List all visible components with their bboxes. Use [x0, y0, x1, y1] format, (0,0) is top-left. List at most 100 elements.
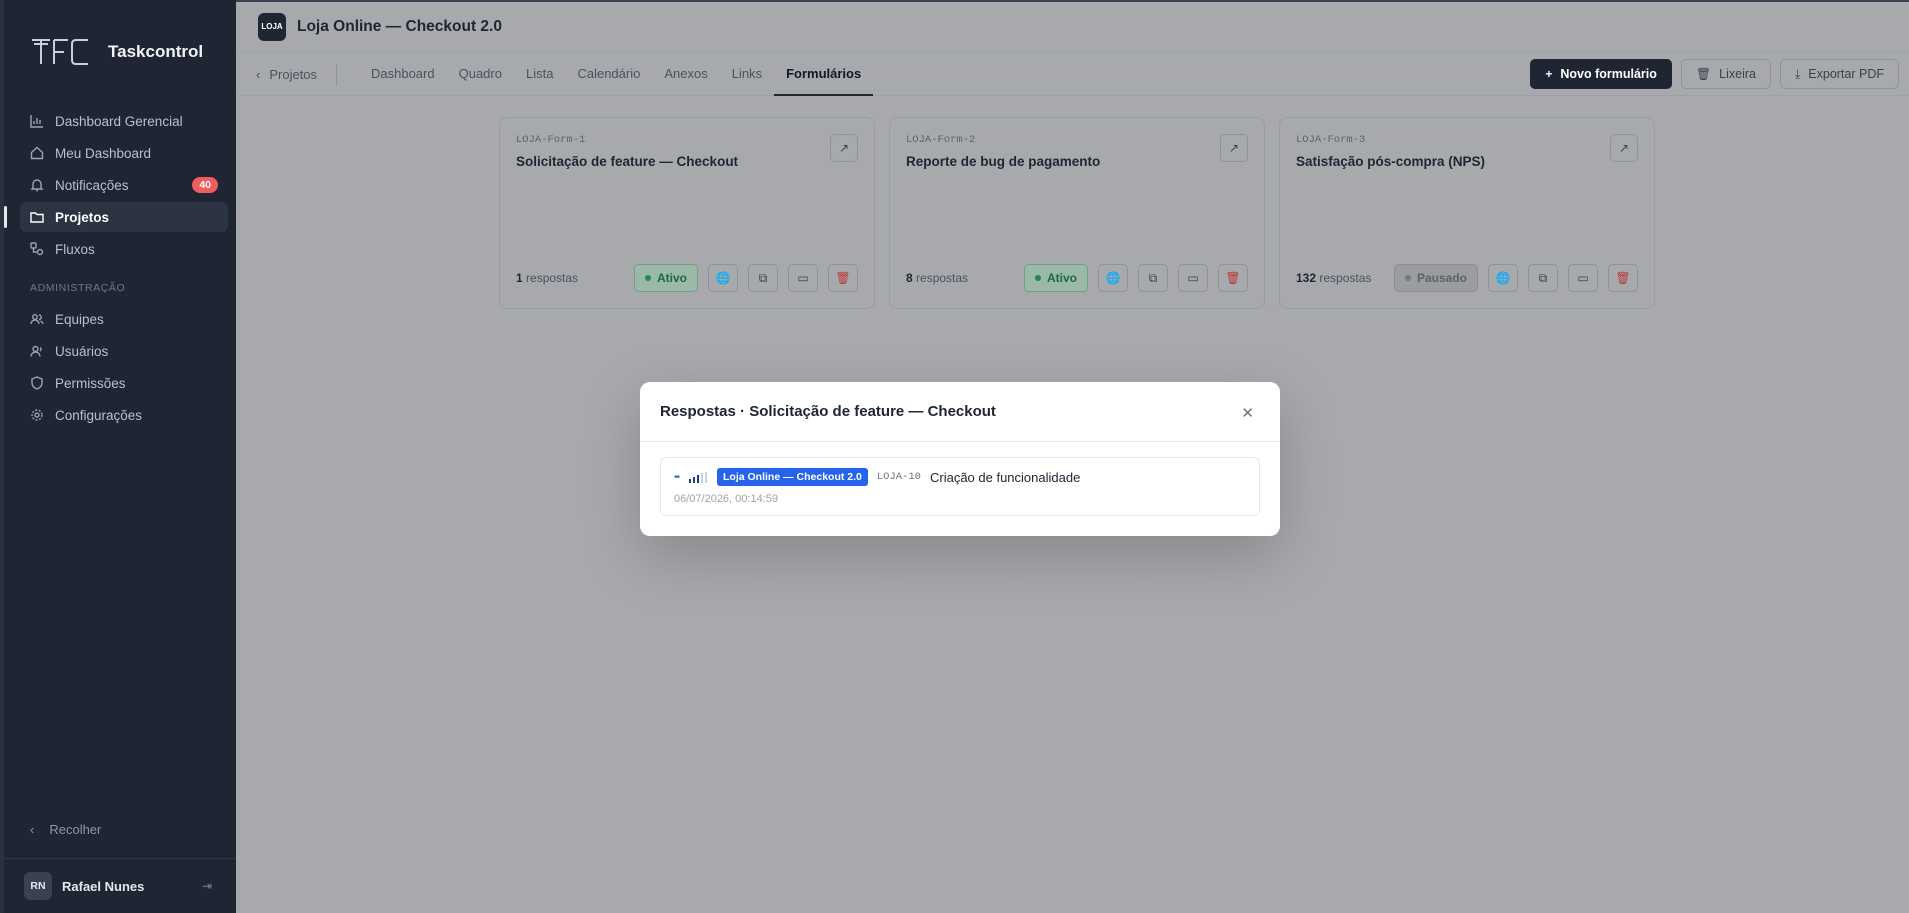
- status-label: Pausado: [1416, 271, 1467, 285]
- delete-icon[interactable]: 🗑: [1218, 264, 1248, 292]
- project-logo: LOJA: [258, 12, 286, 41]
- open-external-icon[interactable]: ↗: [1610, 134, 1638, 162]
- globe-icon[interactable]: 🌐: [708, 264, 738, 292]
- chevron-left-icon: ‹: [256, 67, 261, 82]
- user-footer: RN Rafael Nunes ⇥: [4, 858, 236, 913]
- inbox-icon[interactable]: ▭: [788, 264, 818, 292]
- back-to-projects-link[interactable]: ‹ Projetos: [256, 67, 317, 82]
- trash-icon: 🗑: [1695, 67, 1712, 81]
- toolbar-actions: + Novo formulário 🗑 Lixeira ⤓ Exportar P…: [1530, 59, 1899, 89]
- form-card: LOJA-Form-3 Satisfação pós-compra (NPS) …: [1279, 117, 1655, 309]
- form-title: Satisfação pós-compra (NPS): [1296, 154, 1486, 169]
- response-count[interactable]: 1 respostas: [516, 271, 578, 285]
- tab-calendario[interactable]: Calendário: [565, 52, 652, 96]
- status-label: Ativo: [1047, 271, 1077, 285]
- tab-lista[interactable]: Lista: [514, 52, 565, 96]
- sidebar-item-label: Notificações: [55, 177, 129, 193]
- trash-label: Lixeira: [1719, 67, 1756, 81]
- export-label: Exportar PDF: [1808, 67, 1884, 81]
- project-header: LOJA Loja Online — Checkout 2.0: [236, 0, 1909, 52]
- collapse-label: Recolher: [49, 822, 102, 837]
- sidebar-item-equipes[interactable]: Equipes: [20, 304, 228, 334]
- response-count-label: respostas: [1319, 271, 1372, 285]
- tab-dashboard[interactable]: Dashboard: [359, 52, 447, 96]
- back-label: Projetos: [269, 67, 318, 82]
- divider: [336, 64, 337, 86]
- sidebar-item-notificacoes[interactable]: Notificações 40: [20, 170, 228, 200]
- taskcontrol-logo-icon: [32, 39, 88, 65]
- sidebar-item-dashboard-gerencial[interactable]: Dashboard Gerencial: [20, 106, 228, 136]
- sidebar-item-configuracoes[interactable]: Configurações: [20, 400, 228, 430]
- tab-anexos[interactable]: Anexos: [652, 52, 719, 96]
- form-code: LOJA-Form-3: [1296, 134, 1366, 146]
- sidebar-item-label: Configurações: [55, 407, 143, 423]
- signal-bars-icon: [689, 471, 708, 483]
- status-badge[interactable]: Ativo: [634, 264, 698, 292]
- sidebar-item-fluxos[interactable]: Fluxos: [20, 234, 228, 264]
- project-tag[interactable]: Loja Online — Checkout 2.0: [717, 468, 868, 486]
- chevron-left-icon: ‹: [30, 822, 35, 837]
- form-card-footer: 1 respostas Ativo 🌐 ⧉ ▭ 🗑: [516, 264, 858, 292]
- admin-section-label: ADMINISTRAÇÃO: [30, 282, 126, 294]
- trash-button[interactable]: 🗑 Lixeira: [1680, 59, 1771, 89]
- open-external-icon[interactable]: ↗: [1220, 134, 1248, 162]
- form-title: Reporte de bug de pagamento: [906, 154, 1101, 169]
- new-form-button[interactable]: + Novo formulário: [1530, 59, 1672, 89]
- collapse-sidebar-button[interactable]: ‹ Recolher: [30, 822, 101, 837]
- globe-icon[interactable]: 🌐: [1098, 264, 1128, 292]
- form-card: LOJA-Form-2 Reporte de bug de pagamento …: [889, 117, 1265, 309]
- export-pdf-button[interactable]: ⤓ Exportar PDF: [1779, 59, 1899, 89]
- close-icon[interactable]: ✕: [1241, 404, 1254, 422]
- form-code: LOJA-Form-1: [516, 134, 586, 146]
- sidebar-item-projetos[interactable]: Projetos: [4, 202, 228, 232]
- project-tabs: Dashboard Quadro Lista Calendário Anexos…: [359, 52, 874, 96]
- sidebar: Taskcontrol Dashboard Gerencial Meu Dash…: [0, 0, 236, 913]
- bar-chart-icon: [30, 114, 44, 128]
- copy-icon[interactable]: ⧉: [1138, 264, 1168, 292]
- response-count[interactable]: 8 respostas: [906, 271, 968, 285]
- tab-links[interactable]: Links: [720, 52, 774, 96]
- delete-icon[interactable]: 🗑: [828, 264, 858, 292]
- new-form-label: Novo formulário: [1560, 67, 1657, 81]
- delete-icon[interactable]: 🗑: [1608, 264, 1638, 292]
- sidebar-item-label: Meu Dashboard: [55, 145, 152, 161]
- priority-dots-icon: ••: [674, 471, 680, 483]
- response-count-number: 1: [516, 271, 523, 285]
- task-title[interactable]: Criação de funcionalidade: [930, 470, 1080, 485]
- brand[interactable]: Taskcontrol: [28, 34, 203, 70]
- sidebar-item-label: Projetos: [55, 209, 110, 225]
- status-label: Ativo: [657, 271, 687, 285]
- project-tabs-bar: ‹ Projetos Dashboard Quadro Lista Calend…: [236, 52, 1909, 96]
- avatar[interactable]: RN: [24, 872, 52, 900]
- gear-icon: [30, 408, 44, 422]
- sidebar-item-usuarios[interactable]: Usuários: [20, 336, 228, 366]
- sidebar-item-permissoes[interactable]: Permissões: [20, 368, 228, 398]
- sidebar-item-meu-dashboard[interactable]: Meu Dashboard: [20, 138, 228, 168]
- response-item[interactable]: •• Loja Online — Checkout 2.0 LOJA-10 Cr…: [660, 457, 1260, 516]
- copy-icon[interactable]: ⧉: [1528, 264, 1558, 292]
- tab-quadro[interactable]: Quadro: [447, 52, 514, 96]
- inbox-icon[interactable]: ▭: [1178, 264, 1208, 292]
- modal-header: Respostas · Solicitação de feature — Che…: [640, 382, 1280, 442]
- task-code: LOJA-10: [876, 471, 921, 483]
- status-badge[interactable]: Pausado: [1393, 264, 1478, 292]
- status-dot: [1404, 275, 1411, 281]
- response-count[interactable]: 132 respostas: [1296, 271, 1371, 285]
- sidebar-item-label: Dashboard Gerencial: [55, 113, 183, 129]
- sidebar-item-label: Equipes: [55, 311, 104, 327]
- forms-grid: LOJA-Form-1 Solicitação de feature — Che…: [499, 117, 1655, 309]
- copy-icon[interactable]: ⧉: [748, 264, 778, 292]
- inbox-icon[interactable]: ▭: [1568, 264, 1598, 292]
- modal-title: Respostas · Solicitação de feature — Che…: [660, 403, 996, 420]
- globe-icon[interactable]: 🌐: [1488, 264, 1518, 292]
- response-timestamp: 06/07/2026, 00:14:59: [674, 493, 778, 505]
- status-badge[interactable]: Ativo: [1024, 264, 1088, 292]
- bell-icon: [30, 178, 44, 192]
- users-icon: [30, 312, 44, 326]
- status-dot: [645, 275, 651, 281]
- folder-icon: [30, 210, 44, 224]
- open-external-icon[interactable]: ↗: [830, 134, 858, 162]
- tab-formularios[interactable]: Formulários: [774, 52, 874, 96]
- sidebar-item-label: Permissões: [55, 375, 126, 391]
- logout-icon[interactable]: ⇥: [202, 879, 212, 893]
